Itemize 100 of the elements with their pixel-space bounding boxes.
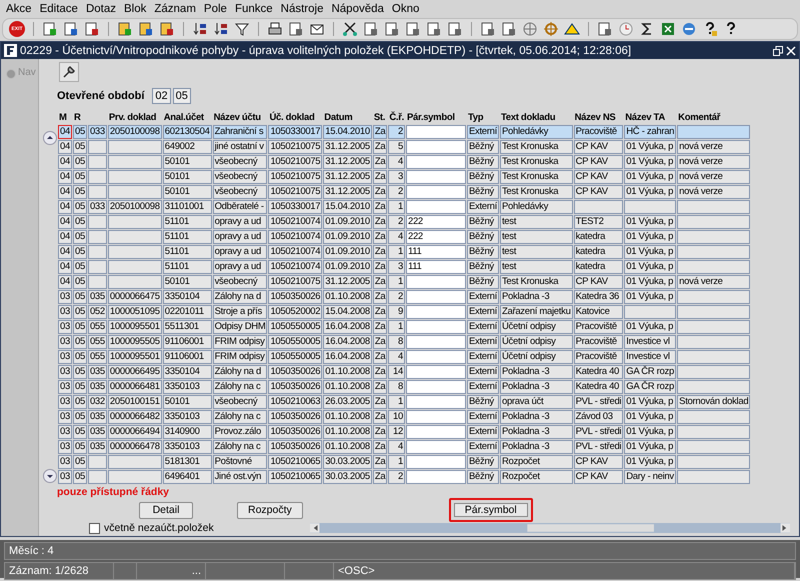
table-cell: 1050210074 (268, 245, 322, 259)
input-field[interactable] (406, 275, 466, 289)
input-field[interactable]: 222 (406, 215, 466, 229)
table-cell: Běžný (466, 140, 499, 154)
table-cell: 1 (388, 275, 405, 289)
input-field[interactable]: 111 (406, 260, 466, 274)
input-field[interactable] (406, 290, 466, 304)
table-cell: 1050520002 (268, 305, 322, 319)
input-field[interactable] (406, 410, 466, 424)
menu-item[interactable]: Pole (200, 3, 231, 15)
table-cell: 05 (72, 290, 87, 304)
table-cell: 1050210075 (268, 275, 322, 289)
scissors-icon[interactable] (342, 21, 358, 37)
table-cell: 5181301 (162, 455, 212, 469)
table-cell: jiné ostatní v (212, 140, 268, 154)
table-cell: 01 Výuka, p (624, 140, 676, 154)
checkbox-label: včetně nezaúčt.položek (104, 522, 214, 534)
sort-descending-icon[interactable] (213, 21, 229, 37)
input-field[interactable] (406, 425, 466, 439)
table-cell: FRIM odpisy (212, 335, 268, 349)
table-cell: 05 (72, 305, 87, 319)
table-cell: Jiné ost.výn (212, 470, 268, 484)
input-field[interactable] (406, 455, 466, 469)
action-button[interactable]: Rozpočty (237, 502, 303, 518)
filter-icon[interactable] (234, 21, 250, 37)
input-field[interactable] (406, 155, 466, 169)
triangle-icon[interactable] (564, 21, 580, 37)
table-cell: Stroje a přís (212, 305, 268, 319)
table-cell: 035 (88, 365, 107, 379)
menu-item[interactable]: Okno (388, 3, 424, 15)
menu-item[interactable]: Nápověda (327, 3, 388, 15)
menu-item[interactable]: Funkce (230, 3, 277, 15)
input-field[interactable] (406, 350, 466, 364)
table-cell: 1050550005 (268, 335, 322, 349)
input-field[interactable]: 222 (406, 230, 466, 244)
settings-button[interactable] (59, 62, 79, 82)
input-field[interactable] (406, 170, 466, 184)
action-button[interactable]: Pár.symbol (448, 498, 533, 522)
input-field[interactable] (406, 320, 466, 334)
input-field[interactable] (406, 365, 466, 379)
input-field[interactable] (406, 200, 466, 214)
scroll-up-icon[interactable] (43, 131, 57, 145)
scroll-down-icon[interactable] (43, 469, 57, 483)
input-field[interactable] (406, 125, 466, 139)
table-cell: 01 Výuka, p (624, 290, 676, 304)
period-field[interactable]: 05 (172, 88, 191, 104)
globe-icon[interactable] (522, 21, 538, 37)
input-field[interactable] (406, 380, 466, 394)
table-cell: Test Kronuska (500, 275, 573, 289)
table-cell: 03 (58, 365, 72, 379)
folder-delete-icon[interactable] (159, 21, 175, 37)
table-cell: 31.12.2005 (323, 140, 372, 154)
table-cell: Za (372, 230, 388, 244)
table-cell: 8 (388, 380, 405, 394)
input-field[interactable] (406, 140, 466, 154)
clock-icon[interactable] (618, 21, 634, 37)
table-cell: všeobecný (212, 275, 268, 289)
spreadsheet-icon[interactable] (660, 21, 676, 37)
record-save-icon[interactable] (63, 21, 79, 37)
menu-item[interactable]: Editace (36, 3, 82, 15)
table-cell: 5511301 (162, 320, 212, 334)
table-cell: 3350103 (162, 440, 212, 454)
menu-item[interactable]: Záznam (150, 3, 200, 15)
close-icon[interactable] (786, 46, 796, 56)
record-delete-icon[interactable] (84, 21, 100, 37)
input-field[interactable]: 111 (406, 245, 466, 259)
period-field[interactable]: 02 (152, 88, 171, 104)
table-cell: 05 (72, 335, 87, 349)
table-cell: 1050210075 (268, 170, 322, 184)
restore-icon[interactable] (773, 46, 783, 56)
table-cell: 05 (72, 380, 87, 394)
table-cell: Účetní odpisy (500, 335, 573, 349)
input-field[interactable] (406, 185, 466, 199)
input-field[interactable] (406, 395, 466, 409)
menu-item[interactable]: Akce (2, 3, 36, 15)
input-field[interactable] (406, 470, 466, 484)
table-cell: 01.09.2010 (323, 215, 372, 229)
sort-ascending-icon[interactable] (192, 21, 208, 37)
checkbox[interactable] (89, 522, 100, 534)
folder-save-icon[interactable] (138, 21, 154, 37)
printer-icon[interactable] (267, 21, 283, 37)
table-cell: Externí (466, 410, 499, 424)
menu-item[interactable]: Blok (120, 3, 150, 15)
table-cell: Účetní odpisy (500, 350, 573, 364)
input-field[interactable] (406, 440, 466, 454)
table-cell: 50101 (162, 155, 212, 169)
action-button[interactable]: Detail (139, 502, 193, 518)
record-add-icon[interactable] (42, 21, 58, 37)
table-cell: 01.09.2010 (323, 260, 372, 274)
table-cell: Pokladna -3 (500, 425, 573, 439)
table-cell: 3350103 (162, 380, 212, 394)
horizontal-scrollbar[interactable] (310, 523, 790, 533)
table-cell: Externí (466, 380, 499, 394)
table-cell: CP KAV (574, 470, 624, 484)
input-field[interactable] (406, 335, 466, 349)
folder-add-icon[interactable] (117, 21, 133, 37)
menu-item[interactable]: Nástroje (276, 3, 328, 15)
menu-item[interactable]: Dotaz (82, 3, 120, 15)
input-field[interactable] (406, 305, 466, 319)
table-cell: 1000095505 (108, 335, 162, 349)
